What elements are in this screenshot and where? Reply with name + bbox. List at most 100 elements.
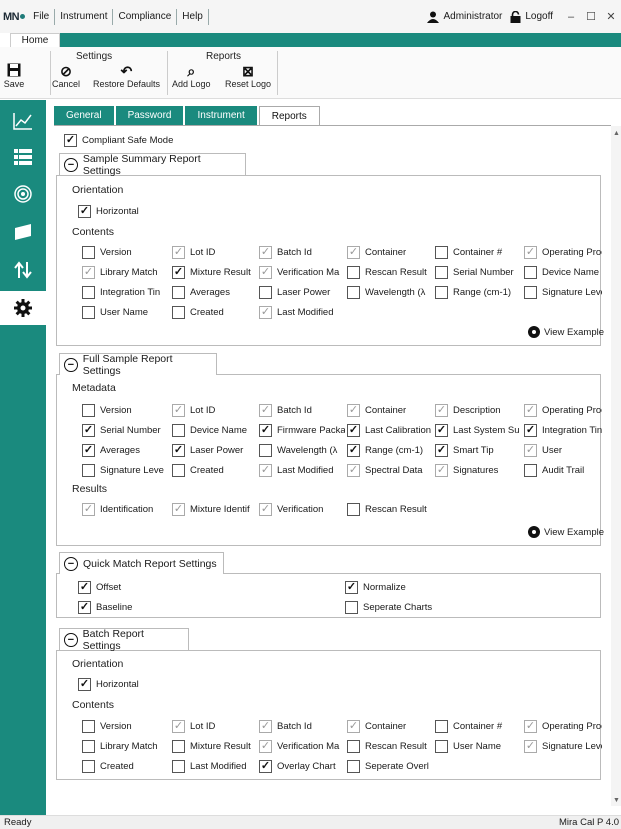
checkbox-box[interactable]: ✓	[435, 444, 448, 457]
menu-instrument[interactable]: Instrument	[55, 8, 114, 25]
checkbox-box[interactable]: ✓	[259, 760, 272, 773]
maximize-icon[interactable]: ☐	[581, 10, 601, 23]
checkbox-verification[interactable]: ✓ Verification	[259, 503, 345, 516]
checkbox-box[interactable]: ✓	[259, 306, 272, 319]
checkbox-box[interactable]	[82, 246, 95, 259]
checkbox-box[interactable]: ✓	[259, 246, 272, 259]
checkbox-box[interactable]: ✓	[172, 444, 185, 457]
checkbox-user-name[interactable]: User Name	[82, 306, 168, 319]
checkbox-box[interactable]	[82, 286, 95, 299]
checkbox-box[interactable]	[347, 266, 360, 279]
checkbox-version[interactable]: Version	[82, 404, 168, 417]
checkbox-box[interactable]: ✓	[524, 404, 537, 417]
checkbox-created[interactable]: Created	[172, 464, 258, 477]
checkbox-wavelength[interactable]: Wavelength (λ	[347, 286, 433, 299]
checkbox-box[interactable]: ✓	[524, 444, 537, 457]
checkbox-box[interactable]: ✓	[172, 266, 185, 279]
checkbox-box[interactable]	[524, 464, 537, 477]
checkbox-box[interactable]: ✓	[259, 464, 272, 477]
cancel-button[interactable]: ⊘ Cancel	[52, 63, 80, 89]
checkbox-box[interactable]	[172, 424, 185, 437]
checkbox-audit-trail[interactable]: Audit Trail	[524, 464, 602, 477]
menu-compliance[interactable]: Compliance	[113, 8, 178, 25]
checkbox-offset[interactable]: ✓ Offset	[78, 581, 228, 594]
checkbox-device-name[interactable]: Device Name	[172, 424, 258, 437]
checkbox-box[interactable]: ✓	[435, 464, 448, 477]
view-example-link[interactable]: View Example	[528, 326, 604, 338]
checkbox-box[interactable]: ✓	[172, 404, 185, 417]
reset-logo-button[interactable]: ⊠ Reset Logo	[225, 63, 271, 89]
checkbox-laser-power[interactable]: ✓ Laser Power	[172, 444, 258, 457]
checkbox-user[interactable]: ✓ User	[524, 444, 602, 457]
checkbox-averages[interactable]: Averages	[172, 286, 258, 299]
close-icon[interactable]: ✕	[601, 10, 621, 23]
checkbox-box[interactable]: ✓	[259, 720, 272, 733]
checkbox-library-match[interactable]: Library Match	[82, 740, 168, 753]
checkbox-version[interactable]: Version	[82, 246, 168, 259]
section-header[interactable]: − Batch Report Settings	[59, 628, 189, 652]
save-button[interactable]: Save	[3, 63, 25, 89]
checkbox-signature-leve[interactable]: Signature Leve	[524, 286, 602, 299]
section-header[interactable]: − Sample Summary Report Settings	[59, 153, 246, 177]
menu-help[interactable]: Help	[177, 8, 209, 25]
checkbox-compliant-safe-mode[interactable]: ✓ Compliant Safe Mode	[64, 134, 204, 147]
checkbox-normalize[interactable]: ✓ Normalize	[345, 581, 495, 594]
checkbox-box[interactable]	[435, 720, 448, 733]
checkbox-box[interactable]: ✓	[347, 464, 360, 477]
checkbox-container[interactable]: Container #	[435, 720, 521, 733]
checkbox-lot-id[interactable]: ✓ Lot ID	[172, 404, 258, 417]
checkbox-box[interactable]	[524, 266, 537, 279]
checkbox-box[interactable]: ✓	[524, 720, 537, 733]
checkbox-box[interactable]: ✓	[172, 246, 185, 259]
tab-home[interactable]: Home	[10, 33, 60, 47]
checkbox-seperate-overl[interactable]: Seperate Overl	[347, 760, 433, 773]
collapse-icon[interactable]: −	[64, 157, 78, 172]
checkbox-box[interactable]: ✓	[347, 246, 360, 259]
checkbox-horizontal[interactable]: ✓ Horizontal	[78, 678, 168, 691]
checkbox-device-name[interactable]: Device Name	[524, 266, 602, 279]
checkbox-range-cm-1[interactable]: ✓ Range (cm-1)	[347, 444, 433, 457]
checkbox-box[interactable]: ✓	[259, 424, 272, 437]
checkbox-serial-number[interactable]: Serial Number	[435, 266, 521, 279]
checkbox-container[interactable]: ✓ Container	[347, 246, 433, 259]
collapse-icon[interactable]: −	[64, 556, 78, 571]
checkbox-batch-id[interactable]: ✓ Batch Id	[259, 404, 345, 417]
checkbox-box[interactable]: ✓	[78, 601, 91, 614]
checkbox-mixture-result[interactable]: Mixture Result	[172, 740, 258, 753]
sidebar-item-settings[interactable]	[0, 291, 46, 325]
checkbox-integration-tin[interactable]: Integration Tin	[82, 286, 168, 299]
checkbox-rescan-result[interactable]: Rescan Result	[347, 266, 433, 279]
tab-general[interactable]: General	[54, 106, 114, 126]
sidebar-item-chart[interactable]	[0, 104, 46, 138]
checkbox-mixture-identif[interactable]: ✓ Mixture Identif	[172, 503, 258, 516]
checkbox-rescan-result[interactable]: Rescan Result	[347, 503, 433, 516]
scroll-down-icon[interactable]: ▼	[613, 797, 620, 804]
checkbox-box[interactable]: ✓	[524, 740, 537, 753]
vertical-scrollbar[interactable]: ▲ ▼	[611, 126, 621, 806]
sidebar-item-spiral[interactable]	[0, 177, 46, 211]
sidebar-item-transfer[interactable]	[0, 253, 46, 287]
checkbox-last-modified[interactable]: ✓ Last Modified	[259, 306, 345, 319]
checkbox-box[interactable]: ✓	[82, 503, 95, 516]
checkbox-box[interactable]	[435, 286, 448, 299]
checkbox-box[interactable]	[172, 740, 185, 753]
checkbox-range-cm-1[interactable]: Range (cm-1)	[435, 286, 521, 299]
checkbox-batch-id[interactable]: ✓ Batch Id	[259, 246, 345, 259]
checkbox-box[interactable]	[82, 464, 95, 477]
checkbox-signature-leve[interactable]: Signature Leve	[82, 464, 168, 477]
checkbox-box[interactable]: ✓	[435, 404, 448, 417]
checkbox-serial-number[interactable]: ✓ Serial Number	[82, 424, 168, 437]
checkbox-box[interactable]: ✓	[78, 205, 91, 218]
checkbox-last-modified[interactable]: ✓ Last Modified	[259, 464, 345, 477]
checkbox-box[interactable]: ✓	[347, 404, 360, 417]
sidebar-item-list[interactable]	[0, 140, 46, 174]
checkbox-box[interactable]	[172, 464, 185, 477]
checkbox-box[interactable]: ✓	[347, 720, 360, 733]
checkbox-operating-proc[interactable]: ✓ Operating Proc	[524, 720, 602, 733]
collapse-icon[interactable]: −	[64, 357, 78, 372]
checkbox-created[interactable]: Created	[172, 306, 258, 319]
checkbox-signature-leve[interactable]: ✓ Signature Leve	[524, 740, 602, 753]
checkbox-box[interactable]	[172, 760, 185, 773]
checkbox-description[interactable]: ✓ Description	[435, 404, 521, 417]
checkbox-spectral-data[interactable]: ✓ Spectral Data	[347, 464, 433, 477]
